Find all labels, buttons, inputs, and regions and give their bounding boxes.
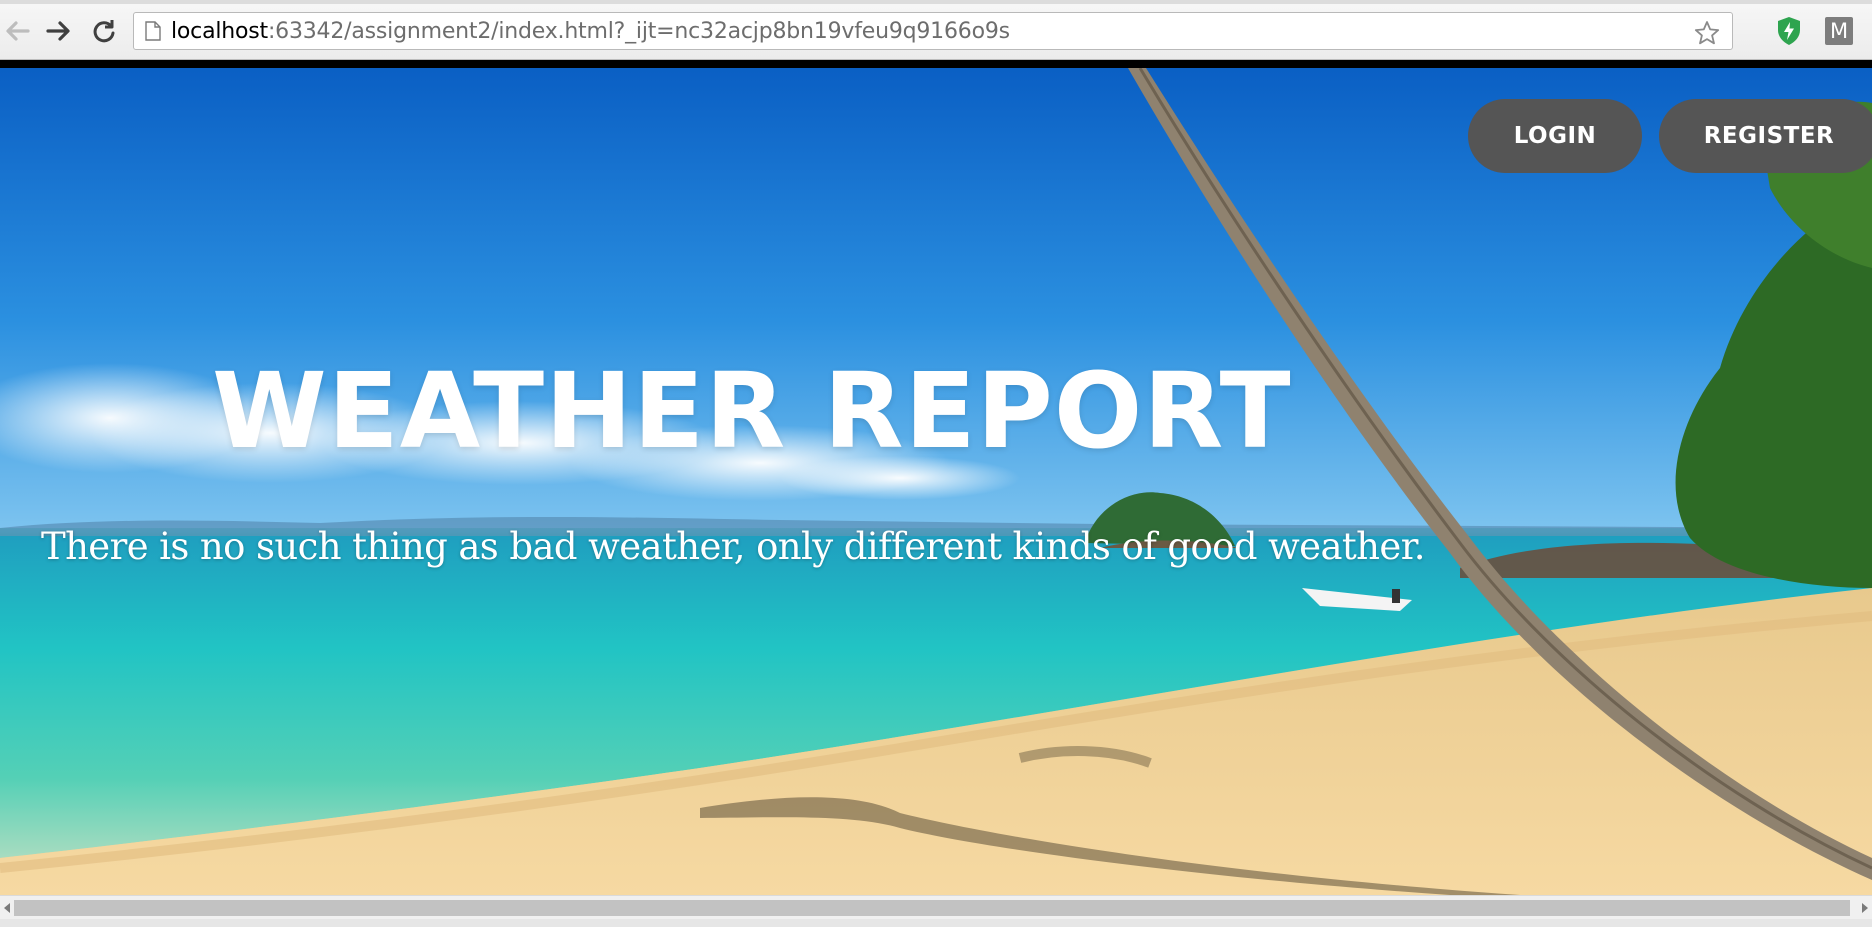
scroll-right-icon[interactable] bbox=[1860, 902, 1870, 914]
url-text[interactable]: localhost:63342/assignment2/index.html?_… bbox=[171, 19, 1010, 44]
address-bar[interactable]: localhost:63342/assignment2/index.html?_… bbox=[133, 12, 1733, 50]
page-top-border bbox=[0, 60, 1872, 68]
page-viewport: LOGIN REGISTER WEATHER REPORT There is n… bbox=[0, 68, 1872, 895]
browser-toolbar: localhost:63342/assignment2/index.html?_… bbox=[0, 0, 1872, 60]
beach-background-image bbox=[0, 68, 1872, 895]
tab-strip bbox=[0, 0, 1872, 4]
shield-extension-icon[interactable] bbox=[1774, 16, 1804, 46]
reload-button[interactable] bbox=[87, 14, 121, 48]
reload-icon bbox=[93, 20, 115, 43]
url-path: :63342/assignment2/index.html?_ijt=nc32a… bbox=[267, 18, 1010, 44]
profile-extension-icon[interactable]: M bbox=[1824, 16, 1854, 46]
hero-tagline: There is no such thing as bad weather, o… bbox=[41, 525, 1425, 568]
scroll-left-icon[interactable] bbox=[2, 902, 12, 914]
page-title: WEATHER REPORT bbox=[212, 350, 1292, 472]
page-icon bbox=[144, 21, 162, 41]
window-bottom-edge bbox=[0, 919, 1872, 927]
url-host: localhost bbox=[171, 18, 268, 44]
auth-nav: LOGIN REGISTER bbox=[1468, 99, 1872, 173]
horizontal-scrollbar[interactable] bbox=[0, 895, 1872, 919]
login-button[interactable]: LOGIN bbox=[1468, 99, 1642, 173]
scrollbar-thumb[interactable] bbox=[14, 900, 1850, 916]
register-button[interactable]: REGISTER bbox=[1659, 99, 1872, 173]
forward-button[interactable] bbox=[42, 14, 76, 48]
back-button[interactable] bbox=[0, 14, 34, 48]
extension-letter: M bbox=[1825, 17, 1853, 45]
back-arrow-icon bbox=[6, 21, 30, 41]
forward-arrow-icon bbox=[46, 21, 70, 41]
bookmark-star-icon[interactable] bbox=[1694, 20, 1720, 51]
